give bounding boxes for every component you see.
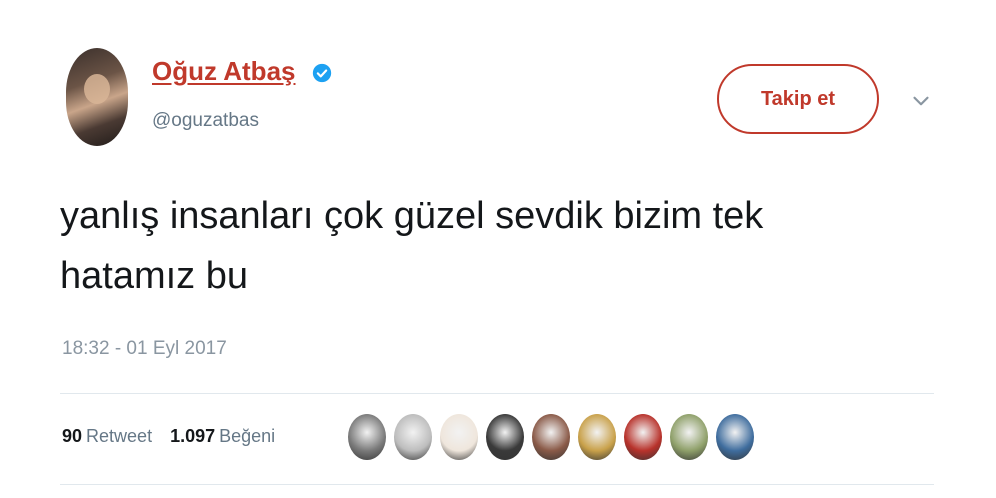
tweet-text: yanlış insanları çok güzel sevdik bizim … xyxy=(60,186,900,306)
liker-avatar[interactable] xyxy=(532,414,570,460)
follow-button[interactable]: Takip et xyxy=(717,64,879,134)
like-count: 1.097 xyxy=(170,426,216,446)
liker-avatar[interactable] xyxy=(440,414,478,460)
verified-badge-icon xyxy=(312,63,332,83)
liker-avatar[interactable] xyxy=(394,414,432,460)
tweet-timestamp[interactable]: 18:32 - 01 Eyl 2017 xyxy=(62,338,227,360)
tweet-text-line-1: yanlış insanları çok güzel sevdik bizim … xyxy=(60,195,764,237)
divider xyxy=(60,484,934,485)
user-handle[interactable]: @oguzatbas xyxy=(152,110,259,132)
profile-avatar[interactable] xyxy=(66,48,128,146)
liker-avatar[interactable] xyxy=(486,414,524,460)
liker-avatar[interactable] xyxy=(578,414,616,460)
liker-avatar[interactable] xyxy=(716,414,754,460)
tweet-text-line-2: hatamız bu xyxy=(60,255,248,297)
liker-avatar[interactable] xyxy=(670,414,708,460)
retweet-count: 90 xyxy=(62,426,83,446)
retweet-label: Retweet xyxy=(86,426,153,446)
divider xyxy=(60,393,934,394)
retweet-stat[interactable]: 90 Retweet xyxy=(62,426,152,447)
liker-avatars xyxy=(348,414,754,460)
like-label: Beğeni xyxy=(219,426,276,446)
liker-avatar[interactable] xyxy=(348,414,386,460)
like-stat[interactable]: 1.097 Beğeni xyxy=(170,426,275,447)
liker-avatar[interactable] xyxy=(624,414,662,460)
display-name[interactable]: Oğuz Atbaş xyxy=(152,56,295,87)
chevron-down-icon[interactable] xyxy=(908,88,934,114)
tweet-stats: 90 Retweet 1.097 Beğeni xyxy=(62,426,275,447)
